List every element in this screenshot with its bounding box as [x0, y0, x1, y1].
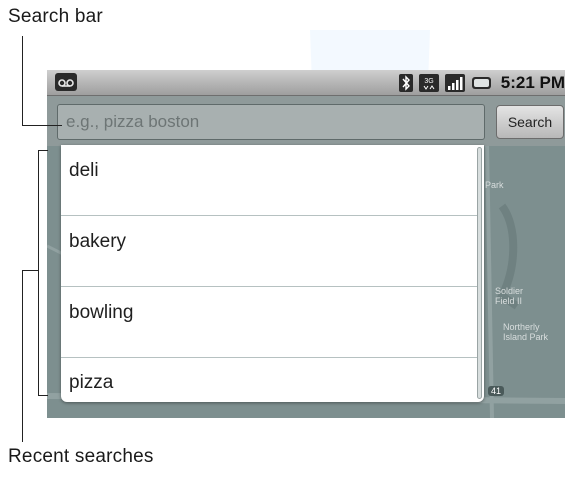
signal-icon — [444, 73, 465, 92]
voicemail-icon — [55, 73, 77, 91]
dropdown-scrollbar[interactable] — [477, 147, 482, 399]
route-41-shield-icon: 41 — [488, 386, 505, 396]
status-clock: 5:21 PM — [500, 72, 565, 92]
status-bar: 3G 5:21 PM — [47, 70, 565, 96]
suggestion-text: pizza — [69, 372, 114, 393]
recent-bracket-top — [38, 150, 48, 151]
map-label-park: Park — [485, 180, 504, 190]
suggestion-item[interactable]: bakery — [61, 216, 477, 287]
suggestion-item[interactable]: bowling — [61, 287, 477, 358]
suggestion-item[interactable]: deli — [61, 145, 477, 216]
search-bar-leader-vertical — [22, 36, 23, 126]
suggestion-text: deli — [69, 160, 99, 181]
recent-searches-callout: Recent searches — [8, 446, 154, 467]
suggestion-text: bakery — [69, 231, 127, 252]
battery-icon — [471, 76, 491, 89]
search-bar-area: Search — [47, 96, 565, 146]
search-button[interactable]: Search — [496, 105, 564, 139]
bluetooth-icon — [398, 73, 413, 92]
map-label-soldier-field: Soldier Field II — [495, 286, 524, 306]
search-input[interactable] — [57, 104, 485, 140]
suggestion-text: bowling — [69, 302, 134, 323]
map-label-northerly-island: Northerly Island Park — [503, 322, 549, 342]
recent-leader-horizontal — [22, 270, 38, 271]
svg-text:3G: 3G — [424, 78, 433, 85]
search-bar-callout: Search bar — [8, 6, 103, 27]
recent-bracket-bottom — [38, 395, 48, 396]
recent-searches-dropdown: deli bakery bowling pizza — [61, 145, 484, 402]
recent-leader-vertical — [22, 270, 23, 442]
status-icons: 3G 5:21 PM — [398, 72, 565, 93]
3g-icon: 3G — [418, 73, 439, 92]
search-bar-leader-horizontal — [22, 125, 62, 126]
suggestion-item[interactable]: pizza — [61, 358, 477, 402]
recent-bracket-vertical — [38, 150, 39, 395]
